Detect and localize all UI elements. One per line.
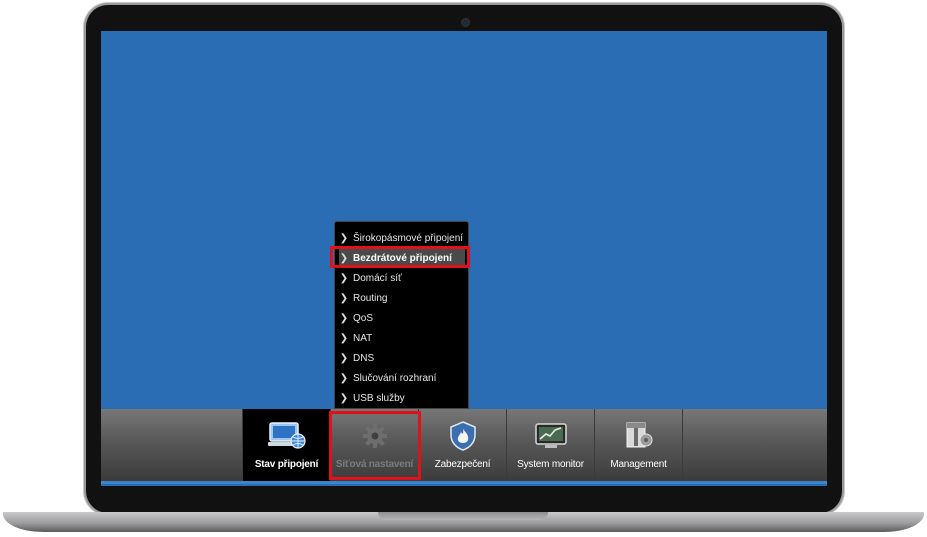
taskbar-label: Stav připojení <box>254 459 319 470</box>
taskbar-divider <box>682 409 683 482</box>
submenu-item-wireless[interactable]: ❯ Bezdrátové připojení <box>339 249 465 267</box>
taskbar-security[interactable]: Zabezpečení <box>418 409 506 482</box>
submenu-item-usb-services[interactable]: ❯ USB služby <box>339 389 465 407</box>
chevron-right-icon: ❯ <box>339 392 349 404</box>
webcam <box>462 19 469 26</box>
chevron-right-icon: ❯ <box>339 372 349 384</box>
chevron-right-icon: ❯ <box>339 332 349 344</box>
taskbar-label: Síťová nastavení <box>335 459 414 470</box>
chevron-right-icon: ❯ <box>339 252 349 264</box>
taskbar-label: Zabezpečení <box>434 459 491 470</box>
chevron-right-icon: ❯ <box>339 272 349 284</box>
taskbar-management[interactable]: Management <box>594 409 682 482</box>
monitor-globe-icon <box>267 421 306 451</box>
submenu-item-dns[interactable]: ❯ DNS <box>339 349 465 367</box>
submenu-item-nat[interactable]: ❯ NAT <box>339 329 465 347</box>
laptop-notch <box>378 512 548 520</box>
router-ui-screen: ❯ Širokopásmové připojení ❯ Bezdrátové p… <box>101 31 827 486</box>
taskbar-system-monitor[interactable]: System monitor <box>506 409 594 482</box>
tools-icon <box>624 421 654 451</box>
chevron-right-icon: ❯ <box>339 232 349 244</box>
shield-flame-icon <box>449 421 477 451</box>
submenu-item-qos[interactable]: ❯ QoS <box>339 309 465 327</box>
chevron-right-icon: ❯ <box>339 352 349 364</box>
submenu-item-interface-grouping[interactable]: ❯ Slučování rozhraní <box>339 369 465 387</box>
gear-icon <box>361 421 389 451</box>
submenu-item-home-network[interactable]: ❯ Domácí síť <box>339 269 465 287</box>
network-settings-submenu: ❯ Širokopásmové připojení ❯ Bezdrátové p… <box>334 221 469 409</box>
submenu-item-broadband[interactable]: ❯ Širokopásmové připojení <box>339 229 465 247</box>
chevron-right-icon: ❯ <box>339 292 349 304</box>
chevron-right-icon: ❯ <box>339 312 349 324</box>
taskbar-network-settings[interactable]: Síťová nastavení <box>330 409 418 482</box>
taskbar-connection-status[interactable]: Stav připojení <box>242 409 330 482</box>
taskbar-label: Management <box>610 459 667 470</box>
main-taskbar: Stav připojení Síťová nastavení Zabezpeč… <box>101 409 827 483</box>
taskbar-accent-line <box>101 481 827 484</box>
submenu-item-routing[interactable]: ❯ Routing <box>339 289 465 307</box>
chart-monitor-icon <box>534 421 567 451</box>
taskbar-label: System monitor <box>517 459 584 470</box>
